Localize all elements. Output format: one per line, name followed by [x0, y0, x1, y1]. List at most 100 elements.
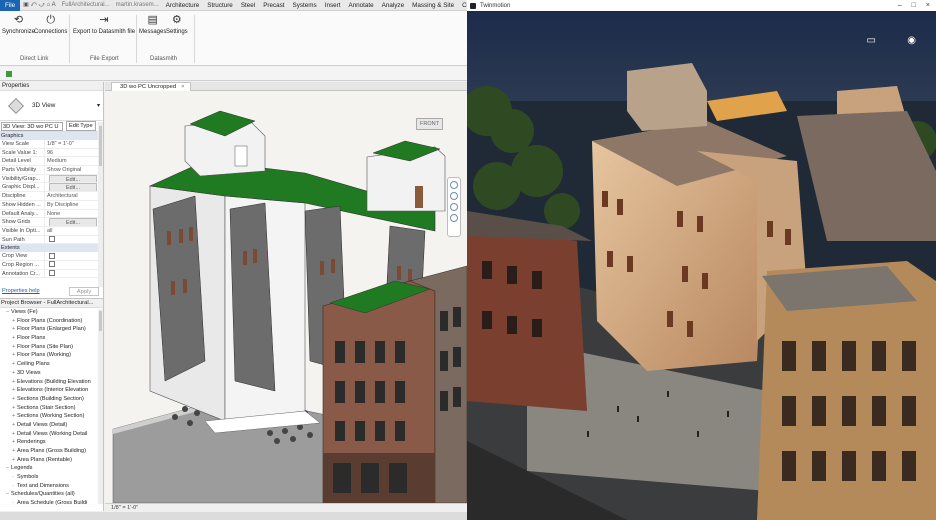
- browser-item[interactable]: + Elevations (Interior Elevation: [0, 386, 103, 395]
- property-value[interactable]: Edit...: [44, 183, 103, 192]
- connections-button[interactable]: ⏻ Connections: [34, 14, 67, 35]
- type-selector[interactable]: 3D View ▾: [0, 91, 103, 121]
- close-icon[interactable]: ×: [926, 2, 930, 9]
- tab-annotate[interactable]: Annotate: [344, 0, 377, 11]
- browser-item[interactable]: + Area Plans (Gross Building): [0, 447, 103, 456]
- browser-item[interactable]: + Floor Plans (Enlarged Plan): [0, 325, 103, 334]
- property-row[interactable]: Annotation Cr...: [0, 269, 103, 279]
- properties-help-link[interactable]: Properties help: [2, 288, 40, 294]
- edit-type-button[interactable]: Edit Type: [66, 121, 96, 131]
- property-row[interactable]: Discipline Architectural: [0, 192, 103, 201]
- property-value[interactable]: all: [44, 226, 103, 235]
- properties-scrollbar[interactable]: [98, 122, 103, 287]
- browser-item[interactable]: − Schedules/Quantities (all): [0, 490, 103, 499]
- property-value[interactable]: None: [44, 209, 103, 218]
- eye-icon[interactable]: ◉: [907, 35, 916, 46]
- property-value[interactable]: [44, 269, 103, 278]
- close-icon[interactable]: ×: [181, 84, 184, 90]
- checkbox[interactable]: [49, 236, 55, 243]
- tab-architecture[interactable]: Architecture: [162, 0, 204, 11]
- browser-item[interactable]: + Renderings: [0, 438, 103, 447]
- property-row[interactable]: Show Hidden ... By Discipline: [0, 200, 103, 210]
- edit-button[interactable]: Edit...: [49, 218, 97, 226]
- orbit-icon[interactable]: [450, 214, 458, 222]
- property-value[interactable]: [44, 252, 103, 260]
- settings-button[interactable]: ⚙ Settings: [166, 14, 188, 35]
- panel-toggle-icon[interactable]: ▭: [867, 35, 876, 46]
- property-row[interactable]: View Scale 1/8" = 1'-0": [0, 140, 103, 149]
- tab-insert[interactable]: Insert: [321, 0, 345, 11]
- browser-item[interactable]: · Area Schedule (Gross Buildi: [0, 499, 103, 508]
- 3d-viewport[interactable]: FRONT: [105, 91, 467, 503]
- browser-scrollbar[interactable]: [98, 309, 103, 504]
- property-row[interactable]: Detail Level Medium: [0, 157, 103, 167]
- property-row[interactable]: Crop Region ...: [0, 260, 103, 270]
- property-row[interactable]: Sun Path: [0, 235, 103, 245]
- apply-button[interactable]: Apply: [69, 287, 99, 296]
- property-value[interactable]: Medium: [44, 157, 103, 166]
- browser-item[interactable]: + Ceiling Plans: [0, 360, 103, 369]
- property-value[interactable]: Show Original: [44, 166, 103, 174]
- checkbox[interactable]: [49, 270, 55, 277]
- property-row[interactable]: Show Grids Edit...: [0, 218, 103, 227]
- property-value[interactable]: Architectural: [44, 192, 103, 200]
- navigation-bar[interactable]: [447, 177, 461, 237]
- synchronize-button[interactable]: ⟲ Synchronize: [2, 14, 35, 35]
- tab-systems[interactable]: Systems: [289, 0, 321, 11]
- property-value[interactable]: Edit...: [44, 174, 103, 183]
- browser-item[interactable]: +3D Views: [0, 369, 103, 378]
- property-row[interactable]: Graphic Displ... Edit...: [0, 183, 103, 193]
- browser-item[interactable]: + Area Plans (Rentable): [0, 456, 103, 465]
- twinmotion-render[interactable]: ▭ ◉: [467, 11, 936, 520]
- property-value[interactable]: By Discipline: [44, 200, 103, 209]
- tab-precast[interactable]: Precast: [259, 0, 288, 11]
- property-row[interactable]: Parts Visibility Show Original: [0, 166, 103, 175]
- property-value[interactable]: [44, 260, 103, 269]
- instance-selector[interactable]: 3D View: 3D wo PC U: [1, 121, 63, 131]
- checkbox[interactable]: [49, 261, 55, 268]
- property-row[interactable]: Crop View: [0, 252, 103, 261]
- tab-structure[interactable]: Structure: [203, 0, 237, 11]
- tab-file[interactable]: File: [0, 0, 21, 11]
- browser-item[interactable]: + Sections (Building Section): [0, 395, 103, 404]
- pan-icon[interactable]: [450, 192, 458, 200]
- view-control-bar[interactable]: 1/8" = 1'-0": [105, 503, 467, 512]
- section-graphics[interactable]: Graphics: [0, 132, 103, 140]
- minimize-icon[interactable]: –: [898, 2, 902, 9]
- viewcube[interactable]: FRONT: [416, 118, 443, 130]
- maximize-icon[interactable]: □: [912, 2, 916, 9]
- messages-button[interactable]: ▤ Messages: [139, 14, 166, 35]
- zoom-icon[interactable]: [450, 203, 458, 211]
- property-row[interactable]: Default Analy... None: [0, 209, 103, 219]
- property-row[interactable]: Scale Value 1: 96: [0, 148, 103, 158]
- browser-item[interactable]: − Legends: [0, 464, 103, 473]
- browser-item[interactable]: + Floor Plans (Site Plan): [0, 343, 103, 352]
- steeringwheel-icon[interactable]: [450, 181, 458, 189]
- property-row[interactable]: Visible In Opti... all: [0, 226, 103, 236]
- user-name[interactable]: martin.krasem...: [113, 2, 162, 8]
- property-value[interactable]: [44, 235, 103, 244]
- property-row[interactable]: Visibility/Grap... Edit...: [0, 174, 103, 184]
- edit-button[interactable]: Edit...: [49, 183, 97, 192]
- browser-item[interactable]: · Text and Dimensions: [0, 482, 103, 491]
- browser-item[interactable]: + Sections (Stair Section): [0, 404, 103, 413]
- browser-item[interactable]: + Floor Plans: [0, 334, 103, 343]
- property-value[interactable]: 96: [44, 148, 103, 157]
- browser-item[interactable]: + Detail Views (Working Detail: [0, 430, 103, 439]
- browser-item[interactable]: · Symbols: [0, 473, 103, 482]
- tab-collaborate[interactable]: Collaborate: [458, 0, 467, 11]
- section-extents[interactable]: Extents: [0, 244, 103, 253]
- tab-massing-site[interactable]: Massing & Site: [408, 0, 458, 11]
- browser-item[interactable]: + Elevations (Building Elevation: [0, 378, 103, 387]
- edit-button[interactable]: Edit...: [49, 174, 97, 183]
- export-datasmith-button[interactable]: ⇥ Export to Datasmith file: [73, 14, 135, 35]
- browser-item[interactable]: + Floor Plans (Coordination): [0, 317, 103, 326]
- tab-steel[interactable]: Steel: [237, 0, 259, 11]
- checkbox[interactable]: [49, 252, 55, 259]
- browser-item[interactable]: + Sections (Working Section): [0, 412, 103, 421]
- tab-analyze[interactable]: Analyze: [378, 0, 408, 11]
- quick-access-toolbar[interactable]: ▣ ⤺ ⤻ ⌂ A: [20, 1, 58, 9]
- property-value[interactable]: 1/8" = 1'-0": [44, 140, 103, 148]
- tab-3d-view[interactable]: 3D wo PC Uncropped ×: [111, 82, 192, 91]
- browser-item[interactable]: − Views (Fe): [0, 308, 103, 317]
